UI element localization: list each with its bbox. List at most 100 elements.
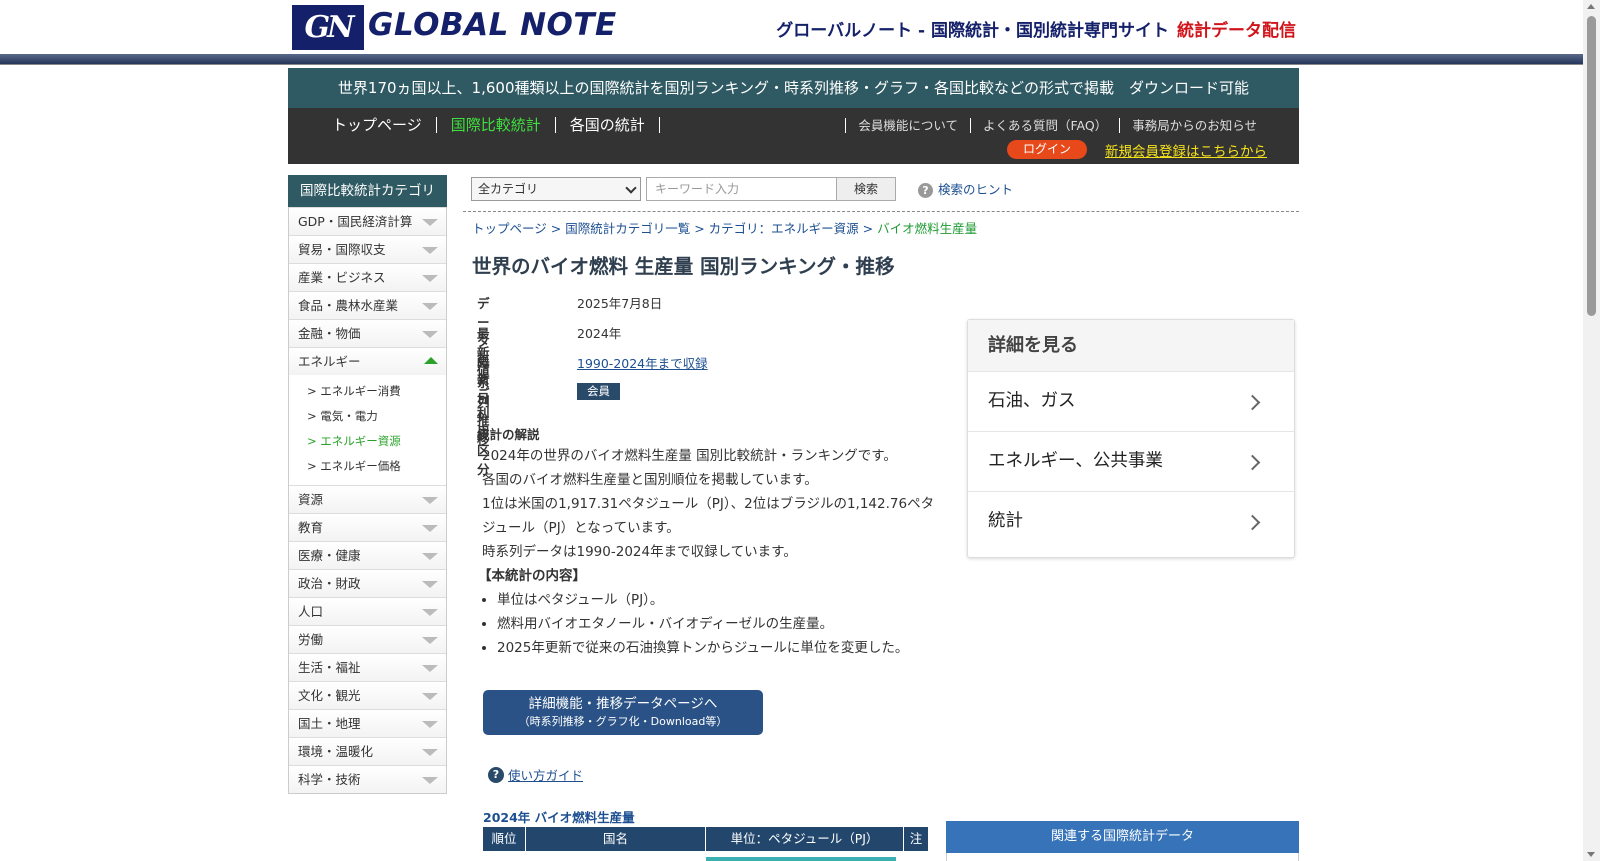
breadcrumb-top[interactable]: トップページ bbox=[472, 221, 547, 236]
category-select-value: 全カテゴリ bbox=[478, 182, 539, 196]
site-header: GN GLOBAL NOTE グローバルノート - 国際統計・国別統計専門サイト… bbox=[0, 0, 1583, 56]
column-header-country[interactable]: 国名 bbox=[526, 827, 706, 851]
sidebar-item-finance[interactable]: 金融・物価 bbox=[289, 319, 446, 347]
sidebar-item-health[interactable]: 医療・健康 bbox=[289, 541, 446, 569]
member-badge: 会員 bbox=[577, 383, 620, 400]
sidebar-item-label: 生活・福祉 bbox=[298, 660, 361, 675]
sidebar-item-labor[interactable]: 労働 bbox=[289, 625, 446, 653]
sidebar-item-label: 資源 bbox=[298, 492, 324, 507]
detail-data-button[interactable]: 詳細機能・推移データページへ （時系列推移・グラフ化・Download等） bbox=[483, 690, 763, 735]
breadcrumb-category[interactable]: カテゴリ：エネルギー資源 bbox=[709, 221, 859, 236]
sidebar-item-industry[interactable]: 産業・ビジネス bbox=[289, 263, 446, 291]
usage-guide-label: 使い方ガイド bbox=[508, 768, 584, 783]
series-link[interactable]: 1990-2024年まで収録 bbox=[577, 356, 708, 371]
sidebar-item-label: 医療・健康 bbox=[298, 548, 361, 563]
expand-icon bbox=[422, 777, 438, 784]
help-icon: ? bbox=[918, 183, 933, 198]
header-divider bbox=[0, 54, 1583, 65]
contents-item: 燃料用バイオエタノール・バイオディーゼルの生産量。 bbox=[497, 612, 937, 636]
sidebar-item-trade[interactable]: 貿易・国際収支 bbox=[289, 235, 446, 263]
search-hint-link[interactable]: ? 検索のヒント bbox=[918, 179, 1013, 198]
value-bar bbox=[706, 857, 896, 861]
logo-mark: GN bbox=[292, 5, 364, 50]
ranking-table-title: 2024年 バイオ燃料生産量 bbox=[483, 810, 635, 825]
sidebar-item-science[interactable]: 科学・技術 bbox=[289, 765, 446, 793]
detail-item-label: エネルギー、公共事業 bbox=[988, 451, 1163, 471]
sidebar-item-resources[interactable]: 資源 bbox=[289, 485, 446, 513]
info-value: 会員 bbox=[577, 383, 620, 400]
contents-list: 単位はペタジュール（PJ）。 燃料用バイオエタノール・バイオディーゼルの生産量。… bbox=[482, 588, 937, 660]
sidebar-item-environment[interactable]: 環境・温暖化 bbox=[289, 737, 446, 765]
sidebar-item-label: 政治・財政 bbox=[298, 576, 361, 591]
nav-link-faq[interactable]: よくある質問（FAQ） bbox=[970, 118, 1119, 133]
sidebar-item-label: 食品・農林水産業 bbox=[298, 298, 399, 313]
sidebar-item-population[interactable]: 人口 bbox=[289, 597, 446, 625]
detail-item-oil-gas[interactable]: 石油、ガス bbox=[968, 371, 1294, 431]
page-scrollbar[interactable] bbox=[1583, 0, 1600, 861]
site-logo[interactable]: GN GLOBAL NOTE bbox=[292, 5, 632, 50]
main-navigation: 世界170ヵ国以上、1,600種類以上の国際統計を国別ランキング・時系列推移・グ… bbox=[288, 68, 1299, 164]
keyword-input[interactable]: キーワード入力 bbox=[646, 177, 837, 201]
expand-icon bbox=[422, 749, 438, 756]
expand-icon bbox=[422, 247, 438, 254]
sidebar-item-label: 労働 bbox=[298, 632, 324, 647]
breadcrumb-separator: > bbox=[550, 221, 566, 236]
expand-icon bbox=[422, 637, 438, 644]
sidebar-item-welfare[interactable]: 生活・福祉 bbox=[289, 653, 446, 681]
sidebar-item-politics[interactable]: 政治・財政 bbox=[289, 569, 446, 597]
sidebar-subitem-electricity[interactable]: > 電気・電力 bbox=[289, 404, 446, 429]
sidebar-subitem-energy-consumption[interactable]: > エネルギー消費 bbox=[289, 379, 446, 404]
page: GN GLOBAL NOTE グローバルノート - 国際統計・国別統計専門サイト… bbox=[0, 0, 1583, 861]
scroll-up-icon[interactable] bbox=[1587, 4, 1595, 9]
nav-link-membership[interactable]: 会員機能について bbox=[845, 118, 970, 133]
nav-secondary-links: 会員機能について よくある質問（FAQ） 事務局からのお知らせ bbox=[845, 115, 1269, 134]
chevron-right-icon bbox=[1244, 514, 1261, 531]
sidebar-item-label: 環境・温暖化 bbox=[298, 744, 374, 759]
nav-links: トップページ 国際比較統計 各国の統計 bbox=[318, 115, 660, 134]
column-header-value[interactable]: 単位：ペタジュール（PJ） bbox=[706, 827, 904, 851]
detail-item-energy-utilities[interactable]: エネルギー、公共事業 bbox=[968, 431, 1294, 491]
sidebar-item-label: 産業・ビジネス bbox=[298, 270, 386, 285]
expand-icon bbox=[422, 525, 438, 532]
nav-link-countries[interactable]: 各国の統計 bbox=[556, 117, 660, 133]
nav-link-notices[interactable]: 事務局からのお知らせ bbox=[1119, 118, 1269, 133]
detail-item-statistics[interactable]: 統計 bbox=[968, 491, 1294, 551]
detail-button-sublabel: （時系列推移・グラフ化・Download等） bbox=[518, 715, 728, 728]
explanation-line: 2024年の世界のバイオ燃料生産量 国別比較統計・ランキングです。 bbox=[482, 448, 897, 464]
tagline-text: グローバルノート - 国際統計・国別統計専門サイト bbox=[776, 21, 1169, 41]
sidebar-subitem-energy-resources[interactable]: > エネルギー資源 bbox=[289, 429, 446, 454]
detail-item-label: 統計 bbox=[988, 511, 1023, 531]
nav-link-international[interactable]: 国際比較統計 bbox=[437, 117, 556, 133]
sidebar-item-label: エネルギー bbox=[298, 354, 361, 369]
category-select[interactable]: 全カテゴリ bbox=[471, 177, 641, 201]
expand-icon bbox=[422, 693, 438, 700]
info-value: 2024年 bbox=[577, 326, 622, 341]
sidebar-item-label: 科学・技術 bbox=[298, 772, 361, 787]
scroll-down-icon[interactable] bbox=[1587, 852, 1595, 857]
expand-icon bbox=[422, 721, 438, 728]
divider bbox=[463, 211, 1299, 212]
sidebar-item-food[interactable]: 食品・農林水産業 bbox=[289, 291, 446, 319]
sidebar-item-energy[interactable]: エネルギー bbox=[289, 347, 446, 375]
chevron-right-icon bbox=[1244, 394, 1261, 411]
breadcrumb-category-list[interactable]: 国際統計カテゴリ一覧 bbox=[565, 221, 690, 236]
expand-icon bbox=[422, 331, 438, 338]
search-hint-label: 検索のヒント bbox=[938, 182, 1014, 197]
usage-guide-link[interactable]: ? 使い方ガイド bbox=[488, 765, 583, 784]
related-stats-header: 関連する国際統計データ bbox=[946, 821, 1299, 853]
register-link[interactable]: 新規会員登録はこちらから bbox=[1105, 140, 1267, 160]
detail-card-title: 詳細を見る bbox=[968, 320, 1294, 371]
nav-link-top[interactable]: トップページ bbox=[318, 117, 437, 133]
sidebar-item-culture[interactable]: 文化・観光 bbox=[289, 681, 446, 709]
scrollbar-thumb[interactable] bbox=[1587, 16, 1596, 316]
detail-card: 詳細を見る 石油、ガス エネルギー、公共事業 統計 bbox=[967, 319, 1295, 558]
sidebar-item-education[interactable]: 教育 bbox=[289, 513, 446, 541]
breadcrumb-separator: > bbox=[862, 221, 878, 236]
search-button[interactable]: 検索 bbox=[836, 177, 896, 201]
column-header-rank[interactable]: 順位 bbox=[483, 827, 526, 851]
contents-item: 単位はペタジュール（PJ）。 bbox=[497, 588, 937, 612]
sidebar-item-gdp[interactable]: GDP・国民経済計算 bbox=[289, 207, 446, 235]
login-button[interactable]: ログイン bbox=[1007, 140, 1087, 159]
sidebar-subitem-energy-prices[interactable]: > エネルギー価格 bbox=[289, 454, 446, 479]
sidebar-item-geography[interactable]: 国土・地理 bbox=[289, 709, 446, 737]
